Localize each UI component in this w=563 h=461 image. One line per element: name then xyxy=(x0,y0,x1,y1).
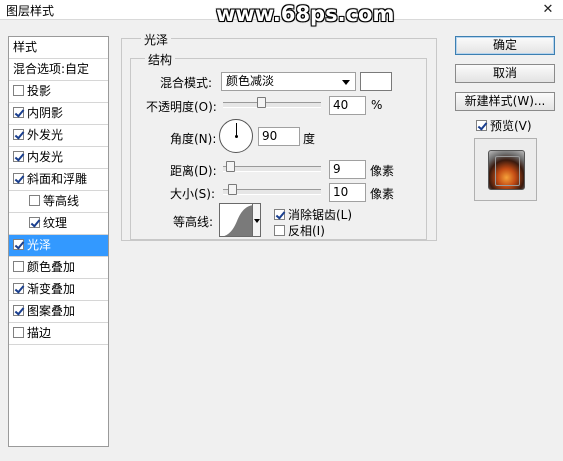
anti-alias-option[interactable]: 消除锯齿(L) xyxy=(274,206,352,223)
sidebar-item-blend-options[interactable]: 混合选项:自定 xyxy=(9,59,108,81)
blend-mode-label: 混合模式: xyxy=(160,76,213,90)
angle-value: 90 xyxy=(262,129,278,143)
opacity-slider-thumb[interactable] xyxy=(257,97,266,108)
chevron-down-icon xyxy=(254,219,260,223)
sidebar-item-label: 纹理 xyxy=(43,216,68,230)
sidebar-item-label: 外发光 xyxy=(27,128,64,142)
contour-curve-icon xyxy=(224,205,252,236)
sidebar-item-label: 等高线 xyxy=(43,194,80,208)
size-value: 10 xyxy=(333,185,349,199)
blend-options-label: 混合选项:自定 xyxy=(13,62,90,76)
sidebar-item-contour[interactable]: 等高线 xyxy=(9,191,108,213)
stroke-checkbox[interactable] xyxy=(13,327,24,338)
contour-picker[interactable] xyxy=(219,203,253,237)
sidebar-item-label: 内发光 xyxy=(27,150,64,164)
angle-input[interactable]: 90 xyxy=(258,127,300,146)
window-title: 图层样式 xyxy=(6,4,55,18)
inner-glow-checkbox[interactable] xyxy=(13,151,24,162)
anti-alias-checkbox[interactable] xyxy=(274,209,285,220)
contour-dropdown-button[interactable] xyxy=(253,203,261,237)
angle-label: 角度(N): xyxy=(170,132,217,146)
sidebar-item-label: 渐变叠加 xyxy=(27,282,76,296)
angle-dial-center xyxy=(235,135,238,138)
satin-checkbox[interactable] xyxy=(13,239,24,250)
satin-group-title: 光泽 xyxy=(141,31,172,48)
pattern-overlay-checkbox[interactable] xyxy=(13,305,24,316)
distance-value: 9 xyxy=(333,162,341,176)
opacity-value: 40 xyxy=(333,98,349,112)
sidebar-item-stroke[interactable]: 描边 xyxy=(9,323,108,345)
chevron-down-icon xyxy=(342,80,350,85)
new-style-button[interactable]: 新建样式(W)... xyxy=(455,92,555,111)
bevel-emboss-checkbox[interactable] xyxy=(13,173,24,184)
style-preview-box xyxy=(474,138,537,201)
contour-label: 等高线: xyxy=(173,215,214,229)
contour-checkbox[interactable] xyxy=(29,195,40,206)
distance-slider-thumb[interactable] xyxy=(226,161,235,172)
ok-button[interactable]: 确定 xyxy=(455,36,555,55)
blend-mode-value: 颜色减淡 xyxy=(226,74,275,88)
gradient-overlay-checkbox[interactable] xyxy=(13,283,24,294)
sidebar-item-satin[interactable]: 光泽 xyxy=(9,235,108,257)
sidebar-item-label: 光泽 xyxy=(27,238,52,252)
opacity-slider[interactable] xyxy=(223,97,321,108)
preview-checkbox[interactable] xyxy=(476,120,487,131)
distance-unit: 像素 xyxy=(370,164,395,178)
drop-shadow-checkbox[interactable] xyxy=(13,85,24,96)
watermark-text: www.68ps.com xyxy=(216,2,395,26)
preview-label: 预览(V) xyxy=(490,119,532,133)
sidebar-item-label: 斜面和浮雕 xyxy=(27,172,88,186)
sidebar-item-inner-glow[interactable]: 内发光 xyxy=(9,147,108,169)
style-list-panel: 样式 混合选项:自定 投影 内阴影 外发光 内发光 斜面和浮雕 等高线 纹理 光… xyxy=(8,36,109,447)
angle-unit: 度 xyxy=(303,132,316,146)
opacity-label: 不透明度(O): xyxy=(146,100,217,114)
blend-mode-select[interactable]: 颜色减淡 xyxy=(221,72,356,91)
invert-checkbox[interactable] xyxy=(274,225,285,236)
size-slider-thumb[interactable] xyxy=(228,184,237,195)
opacity-unit: % xyxy=(371,98,383,112)
distance-label: 距离(D): xyxy=(170,164,217,178)
size-unit: 像素 xyxy=(370,187,395,201)
size-slider[interactable] xyxy=(223,184,321,195)
sidebar-item-label: 投影 xyxy=(27,84,52,98)
distance-input[interactable]: 9 xyxy=(329,160,366,179)
satin-color-swatch[interactable] xyxy=(360,72,392,91)
sidebar-item-texture[interactable]: 纹理 xyxy=(9,213,108,235)
sidebar-item-pattern-overlay[interactable]: 图案叠加 xyxy=(9,301,108,323)
invert-option[interactable]: 反相(I) xyxy=(274,222,325,239)
anti-alias-label: 消除锯齿(L) xyxy=(288,208,353,222)
style-preview-thumbnail xyxy=(488,150,525,190)
style-list-header[interactable]: 样式 xyxy=(9,37,108,59)
cancel-button[interactable]: 取消 xyxy=(455,64,555,83)
sidebar-item-gradient-overlay[interactable]: 渐变叠加 xyxy=(9,279,108,301)
distance-slider[interactable] xyxy=(223,161,321,172)
sidebar-item-bevel-emboss[interactable]: 斜面和浮雕 xyxy=(9,169,108,191)
sidebar-item-inner-shadow[interactable]: 内阴影 xyxy=(9,103,108,125)
sidebar-item-drop-shadow[interactable]: 投影 xyxy=(9,81,108,103)
title-bar: 图层样式 www.68ps.com ✕ xyxy=(0,0,563,26)
texture-checkbox[interactable] xyxy=(29,217,40,228)
sidebar-item-outer-glow[interactable]: 外发光 xyxy=(9,125,108,147)
size-label: 大小(S): xyxy=(170,187,216,201)
structure-group-title: 结构 xyxy=(145,51,176,68)
sidebar-item-label: 颜色叠加 xyxy=(27,260,76,274)
sidebar-item-color-overlay[interactable]: 颜色叠加 xyxy=(9,257,108,279)
outer-glow-checkbox[interactable] xyxy=(13,129,24,140)
close-icon[interactable]: ✕ xyxy=(540,2,556,18)
invert-label: 反相(I) xyxy=(288,224,325,238)
sidebar-item-label: 图案叠加 xyxy=(27,304,76,318)
angle-dial[interactable] xyxy=(219,119,253,153)
size-input[interactable]: 10 xyxy=(329,183,366,202)
inner-shadow-checkbox[interactable] xyxy=(13,107,24,118)
sidebar-item-label: 内阴影 xyxy=(27,106,64,120)
opacity-input[interactable]: 40 xyxy=(329,96,366,115)
style-list-header-label: 样式 xyxy=(13,40,38,54)
color-overlay-checkbox[interactable] xyxy=(13,261,24,272)
preview-option[interactable]: 预览(V) xyxy=(476,117,532,134)
sidebar-item-label: 描边 xyxy=(27,326,52,340)
